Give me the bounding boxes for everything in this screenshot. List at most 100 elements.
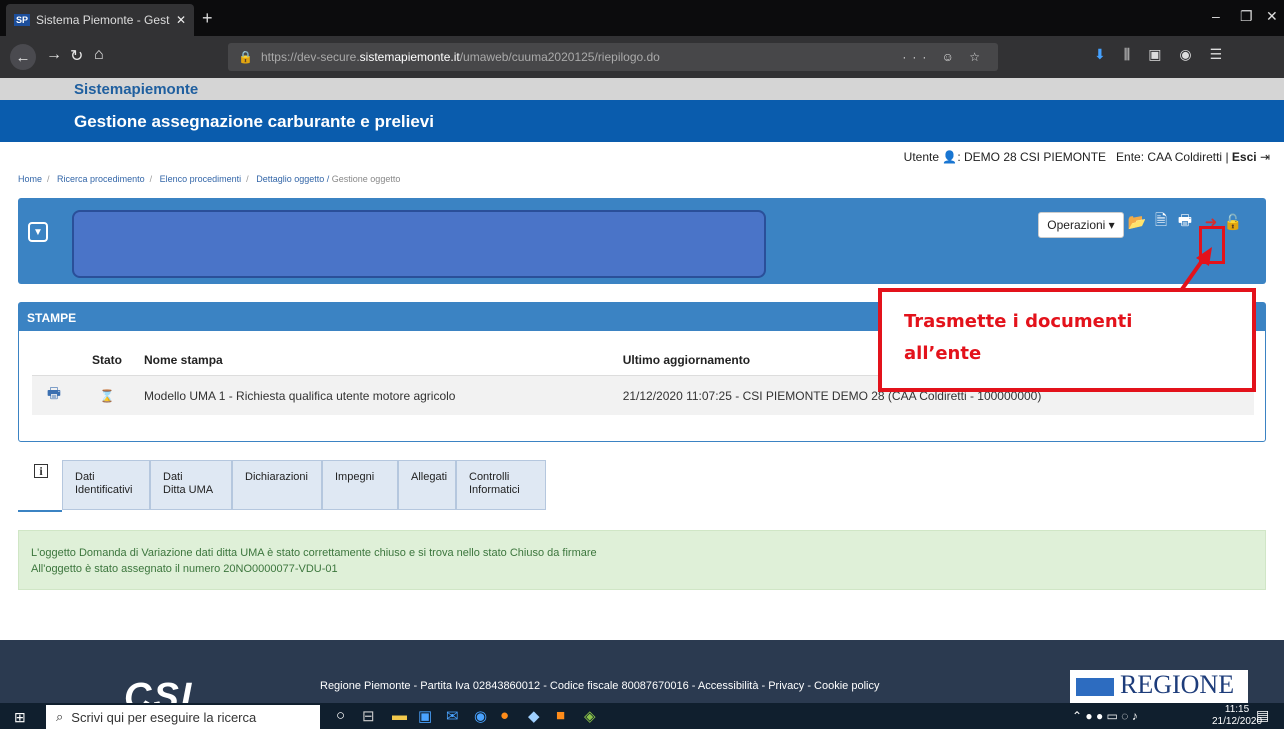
- col-stato: Stato: [76, 345, 138, 376]
- lock-icon: 🔒: [238, 50, 253, 64]
- site-brand[interactable]: Sistemapiemonte: [74, 81, 198, 98]
- new-tab-icon[interactable]: +: [202, 8, 213, 29]
- reload-icon[interactable]: ↻: [70, 46, 83, 66]
- tab-dati-ditta-uma[interactable]: Dati Ditta UMA: [150, 460, 232, 510]
- print-icon[interactable]: 🖶: [1176, 212, 1194, 232]
- alert-line-2: All'oggetto è stato assegnato il numero …: [31, 563, 338, 575]
- breadcrumb-home[interactable]: Home: [18, 174, 42, 184]
- lock-open-icon[interactable]: 🔓: [1224, 212, 1243, 232]
- windows-start-icon[interactable]: ⊞: [14, 709, 26, 726]
- logout-link[interactable]: Esci: [1232, 150, 1257, 164]
- sidebar-icon[interactable]: ▣: [1148, 46, 1161, 63]
- tab-allegati[interactable]: Allegati: [398, 460, 456, 510]
- app-green-icon[interactable]: ◈: [584, 707, 596, 725]
- store-icon[interactable]: ▣: [418, 707, 432, 725]
- app-title-bar: Gestione assegnazione carburante e preli…: [0, 100, 1284, 142]
- tab-label-line1: Dati: [163, 471, 183, 483]
- user-name: DEMO 28 CSI PIEMONTE: [964, 150, 1107, 164]
- browser-nav-bar: ← → ↻ ⌂ 🔒 https://dev-secure. sistemapie…: [0, 36, 1284, 78]
- download-icon[interactable]: ⬇: [1094, 46, 1106, 63]
- url-bar[interactable]: 🔒 https://dev-secure. sistemapiemonte.it…: [228, 43, 998, 71]
- edge-icon[interactable]: ◉: [474, 707, 487, 725]
- callout-line-1: Trasmette i documenti: [904, 311, 1133, 332]
- tab-label-line2: Ditta UMA: [163, 484, 214, 496]
- taskbar-clock[interactable]: 11:15 21/12/2020: [1212, 704, 1262, 728]
- back-icon[interactable]: ←: [10, 44, 36, 70]
- highlight-box: [1199, 226, 1225, 264]
- site-favicon-icon: SP: [14, 14, 31, 26]
- tab-label-line2: Identificativi: [75, 484, 133, 496]
- col-nome-stampa: Nome stampa: [138, 345, 617, 376]
- document-icon[interactable]: 🗎: [1152, 212, 1170, 232]
- browser-tab-title: Sistema Piemonte - Gestione a: [36, 13, 170, 27]
- menu-icon[interactable]: ☰: [1210, 46, 1223, 63]
- regione-flag-icon: [1076, 678, 1114, 696]
- tab-label-line1: Controlli: [469, 471, 510, 483]
- callout-line-2: all’ente: [904, 343, 982, 364]
- alert-line-1: L'oggetto Domanda di Variazione dati dit…: [31, 547, 597, 559]
- tab-label-line1: Dichiarazioni: [245, 471, 308, 483]
- col-icon: [32, 345, 76, 376]
- mail-icon[interactable]: ✉: [446, 707, 459, 725]
- breadcrumb: Home / Ricerca procedimento / Elenco proce…: [18, 174, 401, 184]
- hourglass-icon: ⌛: [99, 388, 115, 403]
- home-icon[interactable]: ⌂: [94, 46, 104, 64]
- clock-time: 11:15: [1224, 704, 1250, 715]
- app-title: Gestione assegnazione carburante e preli…: [74, 112, 434, 131]
- close-tab-icon[interactable]: ✕: [176, 13, 186, 27]
- callout-box: Trasmette i documenti all’ente: [878, 288, 1256, 392]
- object-summary-redacted: [72, 210, 766, 278]
- forward-icon[interactable]: →: [46, 46, 62, 64]
- tab-dichiarazioni[interactable]: Dichiarazioni: [232, 460, 322, 510]
- breadcrumb-dettaglio[interactable]: Dettaglio oggetto: [256, 174, 324, 184]
- search-placeholder: Scrivi qui per eseguire la ricerca: [71, 709, 257, 725]
- operations-dropdown-button[interactable]: Operazioni ▾: [1038, 212, 1124, 238]
- tab-label-line2: Informatici: [469, 484, 520, 496]
- user-label: Utente: [903, 150, 940, 164]
- minimize-icon[interactable]: –: [1212, 8, 1220, 24]
- collapse-toggle-icon[interactable]: ▼: [28, 222, 48, 242]
- cortana-icon[interactable]: ○: [336, 707, 345, 724]
- browser-tab-bar: SP Sistema Piemonte - Gestione a ✕ + – ❐…: [0, 0, 1284, 36]
- tab-label-line1: Allegati: [411, 471, 448, 483]
- success-alert: L'oggetto Domanda di Variazione dati dit…: [18, 530, 1266, 590]
- tab-label-line1: Impegni: [335, 471, 375, 483]
- account-icon[interactable]: ◉: [1179, 46, 1191, 63]
- breadcrumb-elenco[interactable]: Elenco procedimenti: [160, 174, 242, 184]
- notifications-icon[interactable]: ▤: [1256, 707, 1269, 724]
- ente-label: Ente: CAA Coldiretti: [1116, 150, 1223, 164]
- url-domain: sistemapiemonte.it: [359, 50, 460, 64]
- firefox-icon[interactable]: ●: [500, 707, 509, 724]
- tab-label-line1: Dati: [75, 471, 95, 483]
- info-tab-icon[interactable]: i: [34, 464, 48, 478]
- active-tab-indicator: [18, 510, 62, 512]
- search-icon: ⌕: [56, 709, 64, 724]
- taskbar-search-input[interactable]: ⌕ Scrivi qui per eseguire la ricerca: [46, 705, 320, 729]
- page-actions-icon[interactable]: ··· ☺ ☆: [902, 50, 986, 64]
- task-view-icon[interactable]: ⊟: [362, 707, 375, 725]
- file-explorer-icon[interactable]: ▬: [392, 707, 407, 724]
- breadcrumb-current: Gestione oggetto: [331, 174, 401, 184]
- app-icon[interactable]: ◆: [528, 707, 540, 725]
- close-window-icon[interactable]: ✕: [1266, 8, 1278, 25]
- clock-date: 21/12/2020: [1212, 716, 1263, 727]
- logout-icon[interactable]: ⇥: [1260, 150, 1270, 164]
- breadcrumb-ricerca[interactable]: Ricerca procedimento: [57, 174, 145, 184]
- site-brand-bar: Sistemapiemonte: [0, 78, 1284, 100]
- browser-tab[interactable]: SP Sistema Piemonte - Gestione a ✕: [6, 4, 194, 36]
- row-nome-stampa: Modello UMA 1 - Richiesta qualifica uten…: [138, 375, 617, 415]
- restore-icon[interactable]: ❐: [1240, 8, 1253, 25]
- system-tray-icons[interactable]: ⌃ ● ● ▭ ◌ ♪: [1072, 709, 1138, 723]
- tab-dati-identificativi[interactable]: Dati Identificativi: [62, 460, 150, 510]
- tab-controlli-informatici[interactable]: Controlli Informatici: [456, 460, 546, 510]
- url-path: /umaweb/cuuma2020125/riepilogo.do: [459, 50, 660, 64]
- detail-tabs: i Dati Identificativi Dati Ditta UMA Dic…: [18, 460, 1266, 512]
- tab-impegni[interactable]: Impegni: [322, 460, 398, 510]
- library-icon[interactable]: ⫼: [1124, 46, 1130, 63]
- object-panel: ▼ Operazioni ▾ 📂 🗎 🖶 ➜ 🔓: [18, 198, 1266, 284]
- page-footer: CSI Regione Piemonte - Partita Iva 02843…: [0, 640, 1284, 718]
- app-sp-icon[interactable]: ■: [556, 707, 565, 724]
- footer-links[interactable]: Regione Piemonte - Partita Iva 028438600…: [320, 680, 879, 692]
- folder-icon[interactable]: 📂: [1128, 212, 1147, 232]
- print-row-icon[interactable]: 🖶: [47, 385, 61, 402]
